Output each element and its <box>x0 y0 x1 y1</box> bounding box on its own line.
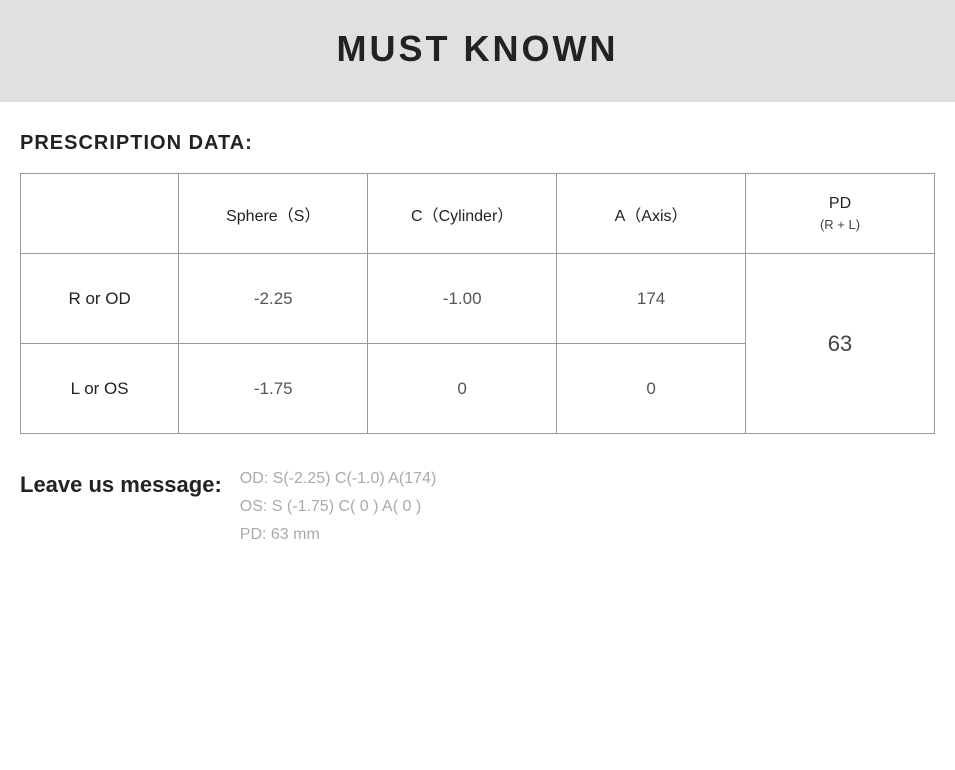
col-header-sphere: Sphere（S） <box>179 174 368 254</box>
leave-message-label: Leave us message: <box>20 470 222 498</box>
col-header-label <box>21 174 179 254</box>
row-label-os: L or OS <box>21 344 179 434</box>
table-row-od: R or OD -2.25 -1.00 174 63 <box>21 254 935 344</box>
cell-sphere-od: -2.25 <box>179 254 368 344</box>
content-area: PRESCRIPTION DATA: Sphere（S） C（Cylinder）… <box>0 102 955 564</box>
leave-message-section: Leave us message: OD: S(-2.25) C(-1.0) A… <box>20 470 935 544</box>
cell-pd: 63 <box>746 254 935 434</box>
prescription-table: Sphere（S） C（Cylinder） A（Axis） PD (R + L)… <box>20 173 935 434</box>
section-label: PRESCRIPTION DATA: <box>20 132 935 155</box>
page-title-bar: MUST KNOWN <box>0 0 955 102</box>
page-title: MUST KNOWN <box>0 28 955 70</box>
col-header-axis: A（Axis） <box>557 174 746 254</box>
cell-cylinder-od: -1.00 <box>368 254 557 344</box>
col-header-pd: PD (R + L) <box>746 174 935 254</box>
cell-axis-od: 174 <box>557 254 746 344</box>
pd-sub-label: (R + L) <box>756 217 924 232</box>
message-line-od: OD: S(-2.25) C(-1.0) A(174) <box>240 470 437 488</box>
message-lines: OD: S(-2.25) C(-1.0) A(174) OS: S (-1.75… <box>240 470 437 544</box>
cell-axis-os: 0 <box>557 344 746 434</box>
message-line-os: OS: S (-1.75) C( 0 ) A( 0 ) <box>240 498 437 516</box>
message-line-pd: PD: 63 mm <box>240 526 437 544</box>
cell-cylinder-os: 0 <box>368 344 557 434</box>
col-header-cylinder: C（Cylinder） <box>368 174 557 254</box>
row-label-od: R or OD <box>21 254 179 344</box>
cell-sphere-os: -1.75 <box>179 344 368 434</box>
